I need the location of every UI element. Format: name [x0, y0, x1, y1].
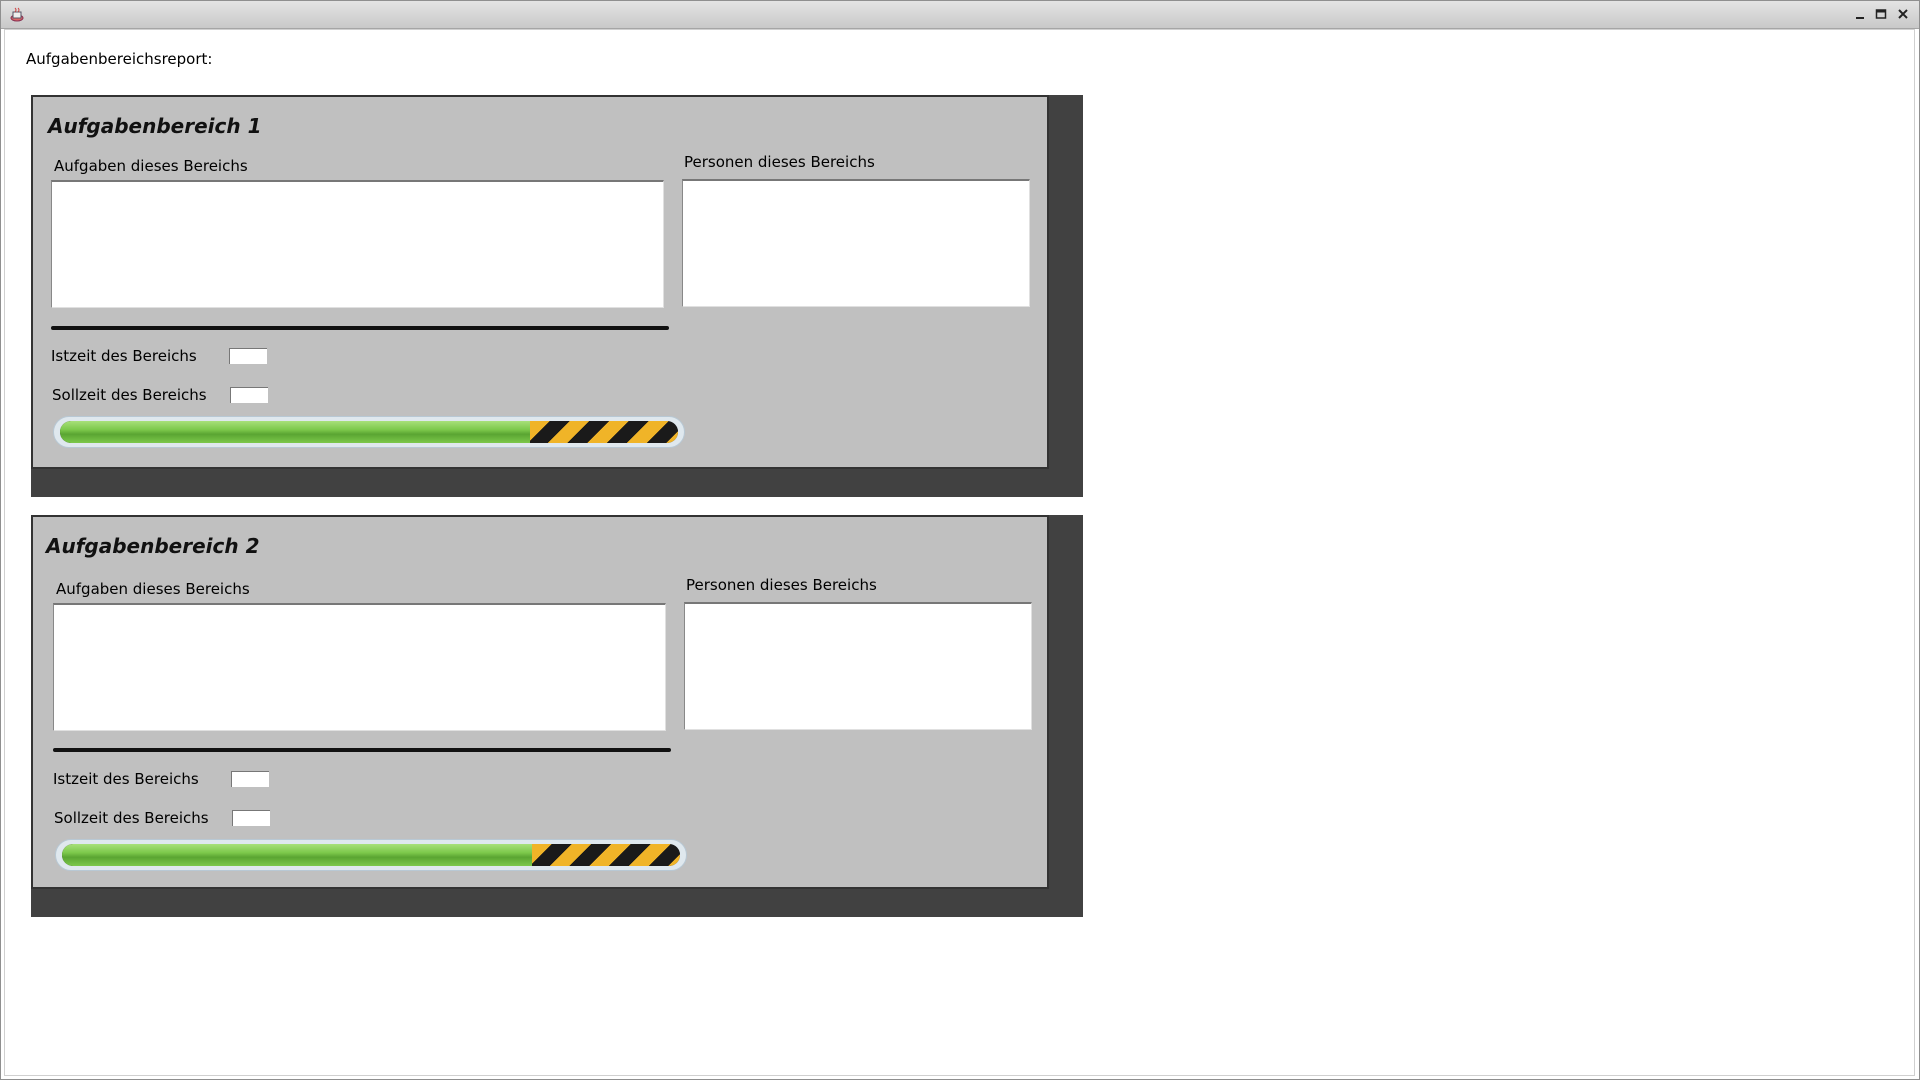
maximize-icon[interactable]: [1872, 5, 1890, 23]
tasks-list[interactable]: [51, 180, 664, 308]
close-icon[interactable]: [1894, 5, 1912, 23]
minimize-icon[interactable]: [1851, 5, 1869, 23]
progress-track: [62, 844, 680, 866]
separator-line: [51, 326, 669, 330]
progress-track: [60, 421, 678, 443]
target-time-label: Sollzeit des Bereichs: [54, 809, 209, 827]
task-area-panel-body: Aufgabenbereich 1 Aufgaben dieses Bereic…: [31, 95, 1049, 469]
target-time-label: Sollzeit des Bereichs: [52, 386, 207, 404]
persons-label: Personen dieses Bereichs: [684, 153, 875, 171]
tasks-list[interactable]: [53, 603, 666, 731]
target-time-field[interactable]: [230, 387, 268, 403]
java-app-icon: [9, 7, 25, 22]
task-area-panel-1: Aufgabenbereich 1 Aufgaben dieses Bereic…: [31, 95, 1083, 497]
persons-list[interactable]: [684, 602, 1032, 730]
persons-list[interactable]: [682, 179, 1030, 307]
area-progress-bar: [53, 416, 685, 448]
actual-time-label: Istzeit des Bereichs: [51, 347, 197, 365]
panel-title: Aufgabenbereich 1: [48, 114, 262, 138]
title-bar[interactable]: [1, 1, 1919, 29]
progress-overflow-hazard: [529, 421, 678, 443]
report-title: Aufgabenbereichsreport:: [26, 50, 213, 68]
progress-fill: [62, 844, 532, 866]
progress-fill: [60, 421, 530, 443]
actual-time-field[interactable]: [231, 771, 269, 787]
separator-line: [53, 748, 671, 752]
tasks-label: Aufgaben dieses Bereichs: [56, 580, 250, 598]
task-area-panel-2: Aufgabenbereich 2 Aufgaben dieses Bereic…: [31, 515, 1083, 917]
progress-overflow-hazard: [531, 844, 680, 866]
target-time-field[interactable]: [232, 810, 270, 826]
tasks-label: Aufgaben dieses Bereichs: [54, 157, 248, 175]
panel-title: Aufgabenbereich 2: [46, 534, 260, 558]
task-area-panel-body: Aufgabenbereich 2 Aufgaben dieses Bereic…: [31, 515, 1049, 889]
area-progress-bar: [55, 839, 687, 871]
actual-time-label: Istzeit des Bereichs: [53, 770, 199, 788]
actual-time-field[interactable]: [229, 348, 267, 364]
application-window: Aufgabenbereichsreport: Aufgabenbereich …: [0, 0, 1920, 1080]
persons-label: Personen dieses Bereichs: [686, 576, 877, 594]
